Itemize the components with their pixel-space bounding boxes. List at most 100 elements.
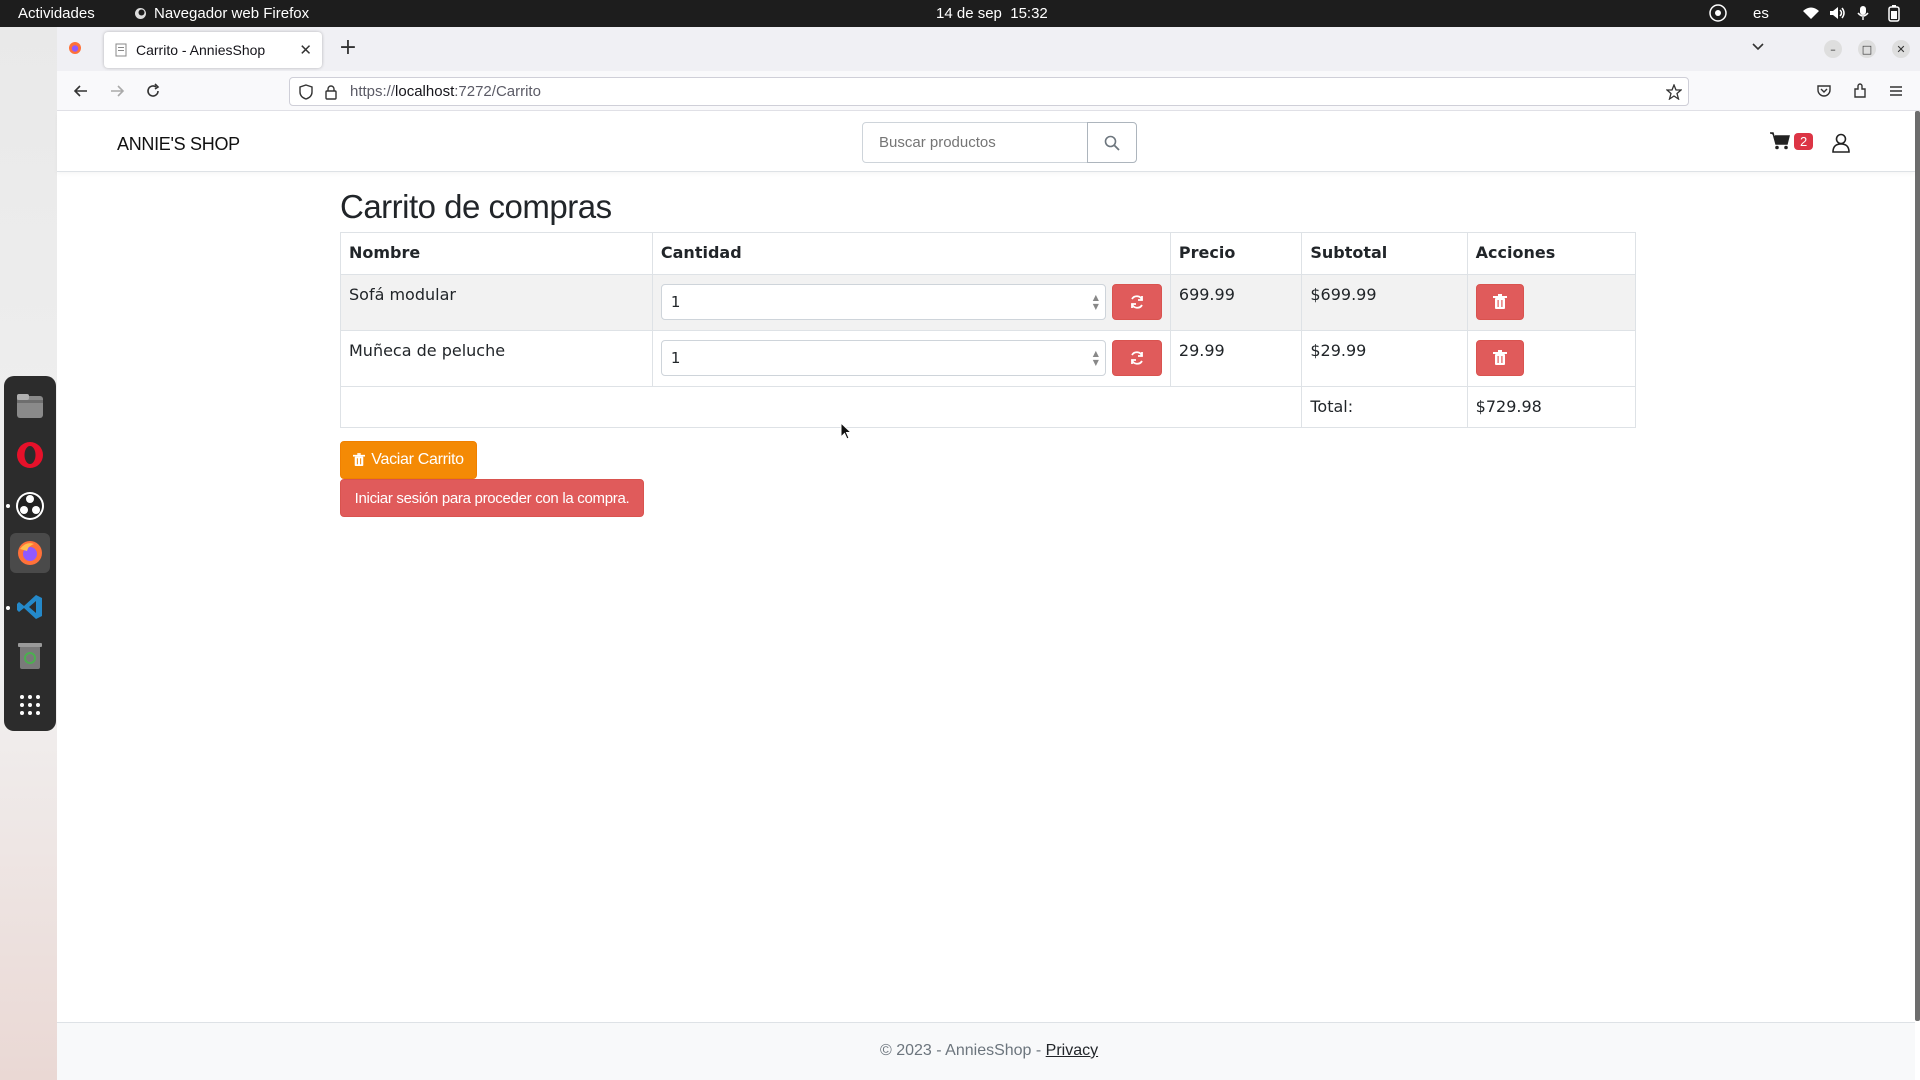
actions-cell: [1466, 274, 1637, 331]
site-brand-link[interactable]: ANNIE'S SHOP: [117, 134, 240, 155]
quantity-stepper[interactable]: 1 ▲ ▼: [660, 284, 1106, 320]
actions-cell: [1466, 330, 1637, 387]
microphone-icon[interactable]: [1856, 4, 1870, 22]
obs-tray-icon[interactable]: [1709, 4, 1727, 22]
close-window-button[interactable]: ✕: [1892, 40, 1910, 58]
total-spacer-cell: [339, 386, 1303, 428]
spinner-arrows-icon[interactable]: ▲ ▼: [1093, 293, 1099, 311]
item-name: Muñeca de peluche: [340, 330, 653, 387]
login-to-checkout-button[interactable]: Iniciar sesión para proceder con la comp…: [340, 479, 644, 517]
column-header-name: Nombre: [340, 232, 653, 275]
clock-time: 15:32: [1010, 5, 1048, 22]
volume-icon[interactable]: [1829, 4, 1847, 22]
footer-copyright: © 2023 - AnniesShop -: [880, 1042, 1046, 1059]
wifi-icon[interactable]: [1802, 4, 1820, 22]
obs-studio-icon[interactable]: [15, 491, 45, 521]
search-input[interactable]: [862, 122, 1088, 163]
tab-close-icon[interactable]: ✕: [299, 41, 312, 59]
cart-table: Nombre Cantidad Precio Subtotal Acciones…: [339, 232, 1637, 428]
app-grid-icon[interactable]: [15, 690, 45, 720]
quantity-stepper[interactable]: 1 ▲ ▼: [660, 340, 1106, 376]
trash-icon[interactable]: [15, 641, 45, 671]
url-bar[interactable]: https://localhost:7272/Carrito: [289, 77, 1689, 106]
refresh-icon: [1130, 351, 1143, 365]
pocket-icon[interactable]: [1814, 81, 1834, 101]
delete-item-button[interactable]: [1475, 340, 1524, 376]
tracking-protection-icon[interactable]: [298, 84, 314, 100]
list-all-tabs-icon[interactable]: [1750, 38, 1766, 54]
url-host: localhost: [395, 83, 455, 100]
column-header-actions: Acciones: [1466, 232, 1637, 275]
new-tab-button[interactable]: +: [338, 36, 358, 60]
qty-cell: 1 ▲ ▼: [651, 274, 1171, 331]
cart-count-badge: 2: [1794, 132, 1814, 150]
forward-icon[interactable]: [107, 81, 127, 101]
reload-icon[interactable]: [143, 81, 163, 101]
minimize-window-button[interactable]: –: [1824, 40, 1842, 58]
activities-button[interactable]: Actividades: [18, 5, 95, 22]
tab-title: Carrito - AnniesShop: [136, 42, 266, 58]
mouse-cursor-icon: [840, 422, 852, 440]
battery-icon[interactable]: [1887, 4, 1901, 22]
files-icon[interactable]: [15, 391, 45, 421]
input-language[interactable]: es: [1753, 5, 1769, 22]
back-icon[interactable]: [71, 81, 91, 101]
delete-item-button[interactable]: [1475, 284, 1524, 320]
bookmark-star-icon[interactable]: [1666, 84, 1682, 100]
browser-tab-active[interactable]: Carrito - AnniesShop ✕: [104, 32, 322, 68]
url-prefix: https://: [350, 83, 396, 100]
firefox-view-icon[interactable]: [68, 41, 82, 55]
url-path: :7272/Carrito: [454, 83, 541, 100]
column-header-subtotal: Subtotal: [1301, 232, 1468, 275]
hamburger-menu-icon[interactable]: [1886, 81, 1906, 101]
clock[interactable]: 14 de sep 15:32: [936, 5, 1048, 22]
url-text: https://localhost:7272/Carrito: [350, 83, 541, 100]
item-subtotal: $699.99: [1301, 274, 1468, 331]
total-value: $729.98: [1466, 386, 1637, 428]
search-icon: [1104, 135, 1120, 151]
footer-text: © 2023 - AnniesShop - Privacy: [880, 1042, 1098, 1060]
page-favicon-icon: [115, 43, 127, 57]
cart-link[interactable]: 2: [1770, 132, 1814, 150]
spinner-arrows-icon[interactable]: ▲ ▼: [1093, 349, 1099, 367]
table-row: Sofá modular 1 ▲ ▼ 699.99 $699.99: [340, 274, 1637, 331]
table-row: Muñeca de peluche 1 ▲ ▼ 29.99 $29.99: [340, 330, 1637, 387]
privacy-link[interactable]: Privacy: [1046, 1042, 1098, 1059]
item-price: 699.99: [1169, 274, 1303, 331]
update-quantity-button[interactable]: [1111, 284, 1162, 320]
dock: [4, 376, 56, 731]
item-subtotal: $29.99: [1301, 330, 1468, 387]
column-header-price: Precio: [1169, 232, 1303, 275]
maximize-window-button[interactable]: □: [1858, 40, 1876, 58]
empty-cart-button[interactable]: Vaciar Carrito: [340, 441, 477, 479]
item-name: Sofá modular: [340, 274, 653, 331]
shopping-cart-icon: [1770, 132, 1790, 150]
firefox-dock-icon[interactable]: [10, 533, 50, 573]
trash-icon: [1492, 294, 1507, 309]
vscode-icon[interactable]: [15, 592, 45, 622]
update-quantity-button[interactable]: [1111, 340, 1162, 376]
total-row: Total: $729.98: [339, 386, 1637, 428]
table-header-row: Nombre Cantidad Precio Subtotal Acciones: [340, 232, 1637, 275]
empty-cart-label: Vaciar Carrito: [371, 451, 464, 468]
lock-icon[interactable]: [323, 84, 339, 100]
user-account-icon[interactable]: [1832, 133, 1850, 157]
trash-icon: [1492, 350, 1507, 365]
refresh-icon: [1130, 295, 1143, 309]
page-scrollbar[interactable]: [1915, 111, 1920, 1021]
app-name: Navegador web Firefox: [154, 5, 310, 22]
item-price: 29.99: [1169, 330, 1303, 387]
app-menu[interactable]: Navegador web Firefox: [134, 5, 309, 22]
page-title: Carrito de compras: [340, 188, 612, 225]
system-top-bar: Actividades Navegador web Firefox 14 de …: [0, 0, 1920, 27]
search-button[interactable]: [1087, 122, 1137, 163]
column-header-qty: Cantidad: [651, 232, 1171, 275]
trash-icon: [353, 453, 366, 466]
opera-icon[interactable]: [15, 440, 45, 470]
browser-tab-bar: [57, 27, 1920, 71]
extensions-icon[interactable]: [1850, 81, 1870, 101]
quantity-value: 1: [670, 293, 681, 311]
clock-date: 14 de sep: [936, 5, 1002, 22]
quantity-value: 1: [670, 349, 681, 367]
firefox-small-icon: [135, 8, 146, 19]
